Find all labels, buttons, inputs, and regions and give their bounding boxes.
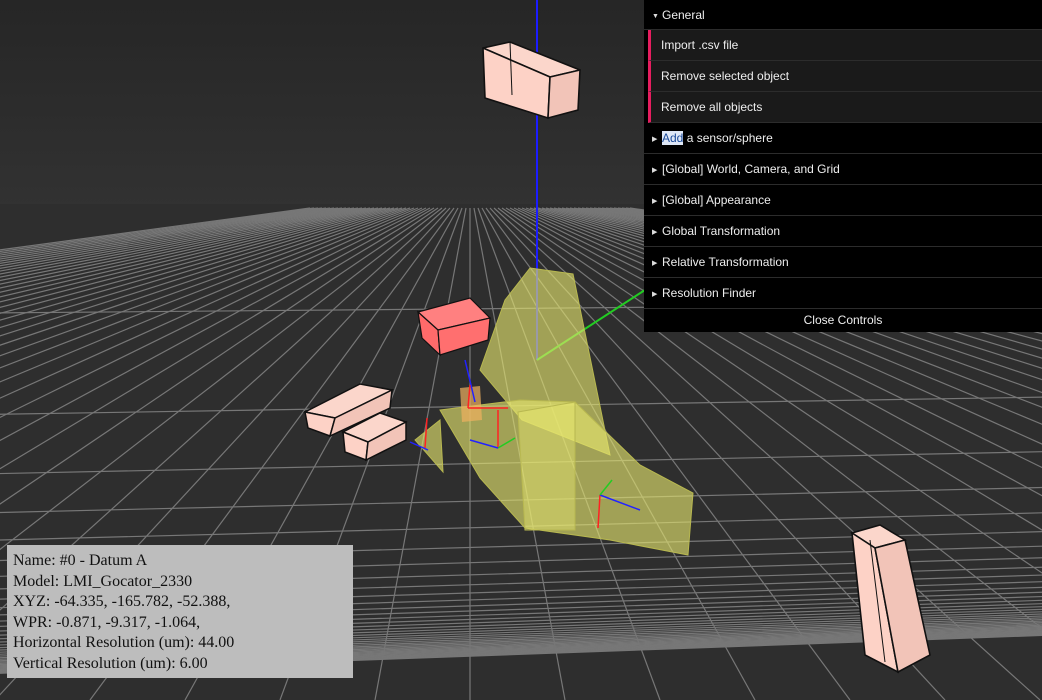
folder-appearance-label: [Global] Appearance: [662, 193, 771, 207]
chevron-right-icon: ▶: [652, 136, 658, 143]
folder-world-camera-grid[interactable]: ▶ [Global] World, Camera, and Grid: [644, 154, 1042, 185]
folder-resolution-finder[interactable]: ▶ Resolution Finder: [644, 278, 1042, 309]
folder-relative-transformation[interactable]: ▶ Relative Transformation: [644, 247, 1042, 278]
chevron-right-icon: ▶: [652, 229, 658, 236]
remove-selected-label: Remove selected object: [661, 69, 790, 83]
folder-general[interactable]: ▼ General: [644, 0, 1042, 30]
close-controls-button[interactable]: Close Controls: [644, 309, 1042, 332]
folder-general-label: General: [662, 8, 705, 22]
chevron-right-icon: ▶: [652, 167, 658, 174]
chevron-right-icon: ▶: [652, 198, 658, 205]
folder-world-camera-grid-label: [Global] World, Camera, and Grid: [662, 162, 840, 176]
chevron-right-icon: ▶: [652, 291, 658, 298]
folder-add-sensor-highlight: Add: [662, 131, 684, 145]
folder-appearance[interactable]: ▶ [Global] Appearance: [644, 185, 1042, 216]
controls-panel: ▼ General Import .csv file Remove selecte…: [644, 0, 1042, 332]
folder-resolution-finder-label: Resolution Finder: [662, 286, 757, 300]
info-name: Name: #0 - Datum A: [13, 552, 148, 569]
folder-add-sensor-label: a sensor/sphere: [683, 131, 773, 145]
origin-marker: [460, 386, 482, 422]
selection-info-box: Name: #0 - Datum A Model: LMI_Gocator_23…: [7, 545, 353, 678]
folder-global-transformation[interactable]: ▶ Global Transformation: [644, 216, 1042, 247]
remove-all-label: Remove all objects: [661, 100, 763, 114]
remove-selected-button[interactable]: Remove selected object: [648, 61, 1042, 92]
scan-plane-front: [517, 401, 576, 531]
remove-all-button[interactable]: Remove all objects: [648, 92, 1042, 123]
folder-global-transformation-label: Global Transformation: [662, 224, 781, 238]
import-csv-button[interactable]: Import .csv file: [648, 30, 1042, 61]
info-wpr: WPR: -0.871, -9.317, -1.064,: [13, 613, 201, 631]
info-horizontal-resolution: Horizontal Resolution (um): 44.00: [13, 634, 235, 651]
folder-add-sensor[interactable]: ▶ Add a sensor/sphere: [644, 123, 1042, 154]
chevron-down-icon: ▼: [652, 13, 659, 20]
folder-relative-transformation-label: Relative Transformation: [662, 255, 789, 269]
info-vertical-resolution: Vertical Resolution (um): 6.00: [13, 654, 208, 672]
info-model: Model: LMI_Gocator_2330: [13, 572, 193, 590]
info-xyz: XYZ: -64.335, -165.782, -52.388,: [13, 593, 231, 610]
import-csv-label: Import .csv file: [661, 38, 739, 52]
chevron-right-icon: ▶: [652, 260, 658, 267]
